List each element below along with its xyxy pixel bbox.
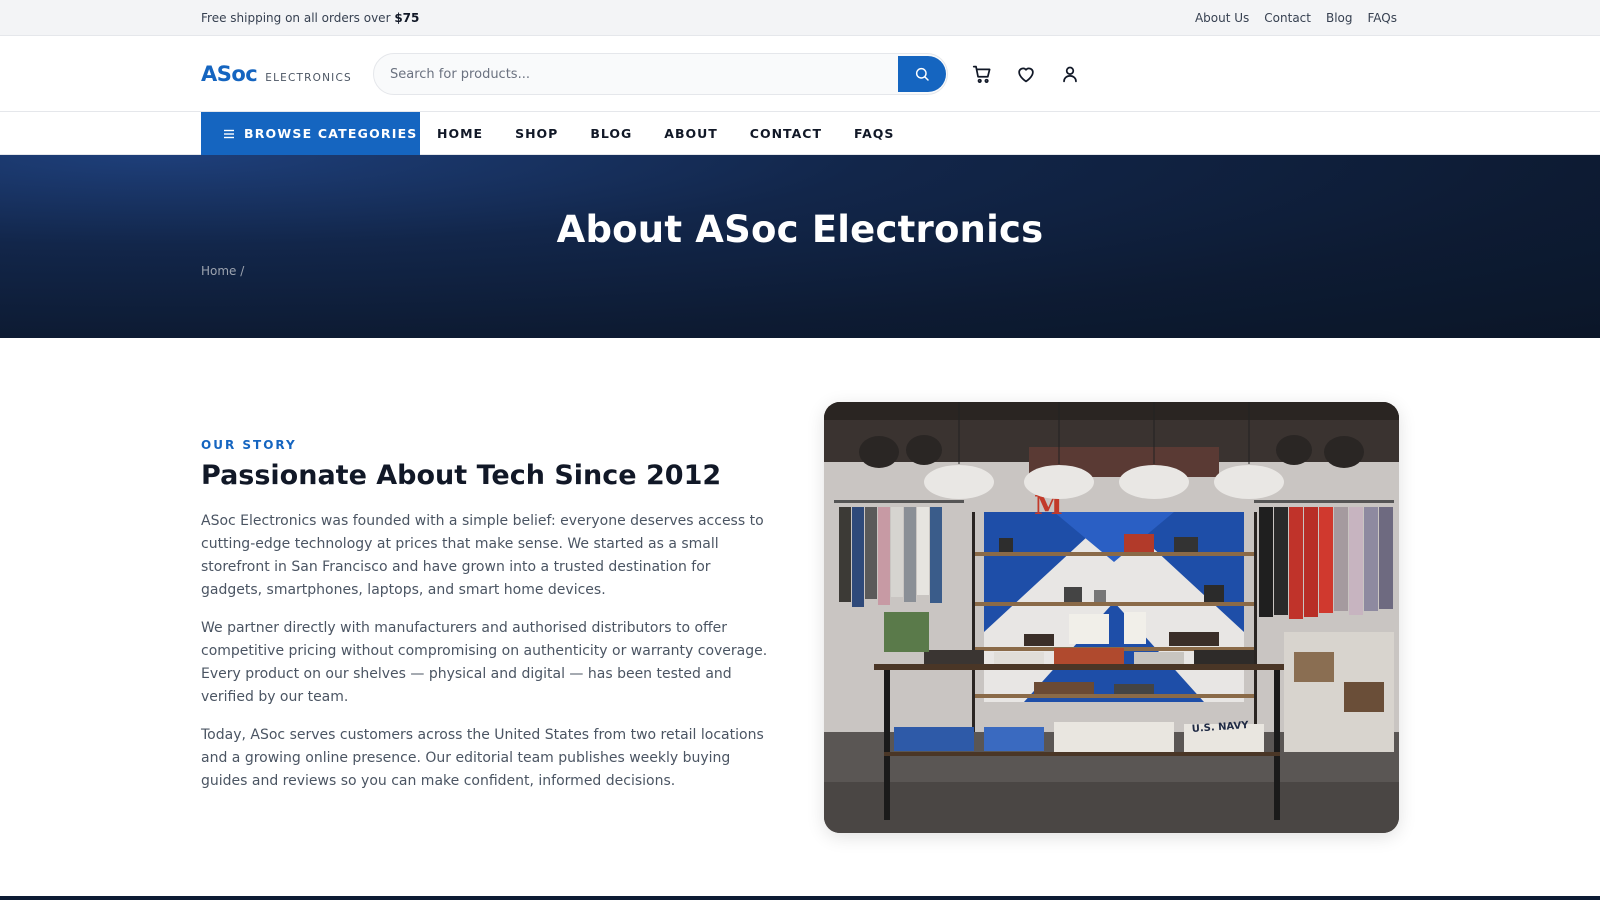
cart-icon — [972, 65, 991, 83]
top-link-about-us[interactable]: About Us — [1195, 11, 1249, 25]
our-story-section: OUR STORY Passionate About Tech Since 20… — [0, 338, 1600, 898]
search-input[interactable] — [374, 66, 898, 82]
nav-item-faqs[interactable]: FAQS — [854, 126, 894, 141]
top-link-contact[interactable]: Contact — [1264, 11, 1311, 25]
site-header: ASoc ELECTRONICS — [0, 36, 1600, 112]
page-title: About ASoc Electronics — [556, 208, 1044, 251]
header-icons — [970, 62, 1082, 86]
nav-item-about[interactable]: ABOUT — [664, 126, 718, 141]
story-text-block: OUR STORY Passionate About Tech Since 20… — [201, 438, 773, 793]
nav-item-home[interactable]: HOME — [437, 126, 483, 141]
section-heading: Passionate About Tech Since 2012 — [201, 460, 722, 491]
browse-categories-button[interactable]: BROWSE CATEGORIES — [201, 112, 420, 155]
search-icon — [915, 67, 929, 81]
search-bar — [373, 53, 948, 95]
account-button[interactable] — [1058, 62, 1082, 86]
page-hero: About ASoc Electronics Home / — [0, 155, 1600, 338]
main-nav: BROWSE CATEGORIES HOME SHOP BLOG ABOUT C… — [0, 112, 1600, 155]
top-bar: Free shipping on all orders over $75 Abo… — [0, 0, 1600, 36]
store-interior-image: M U.S. NAVY — [824, 402, 1399, 833]
site-logo[interactable]: ASoc ELECTRONICS — [201, 62, 373, 86]
breadcrumb[interactable]: Home / — [201, 264, 244, 278]
nav-links: HOME SHOP BLOG ABOUT CONTACT FAQS — [437, 112, 926, 155]
story-paragraph-1: ASoc Electronics was founded with a simp… — [201, 513, 764, 599]
story-paragraph-2: We partner directly with manufacturers a… — [201, 620, 768, 706]
nav-item-blog[interactable]: BLOG — [590, 126, 632, 141]
top-link-faqs[interactable]: FAQs — [1368, 11, 1398, 25]
section-eyebrow: OUR STORY — [201, 438, 297, 452]
footer-edge — [0, 896, 1600, 900]
cart-button[interactable] — [970, 62, 994, 86]
menu-icon — [224, 129, 234, 138]
promo-text: Free shipping on all orders over — [201, 11, 395, 25]
browse-categories-label: BROWSE CATEGORIES — [244, 126, 418, 141]
top-link-blog[interactable]: Blog — [1326, 11, 1353, 25]
logo-main-text: ASoc — [201, 62, 258, 86]
search-button[interactable] — [898, 56, 946, 92]
nav-item-shop[interactable]: SHOP — [515, 126, 558, 141]
nav-item-contact[interactable]: CONTACT — [750, 126, 822, 141]
top-links: About Us Contact Blog FAQs — [1195, 11, 1397, 25]
shipping-promo: Free shipping on all orders over $75 — [201, 11, 419, 25]
heart-icon — [1018, 67, 1034, 83]
user-icon — [1063, 66, 1077, 83]
promo-amount: $75 — [394, 11, 420, 25]
wishlist-button[interactable] — [1014, 62, 1038, 86]
story-paragraph-3: Today, ASoc serves customers across the … — [201, 727, 764, 790]
logo-sub-text: ELECTRONICS — [265, 72, 352, 84]
